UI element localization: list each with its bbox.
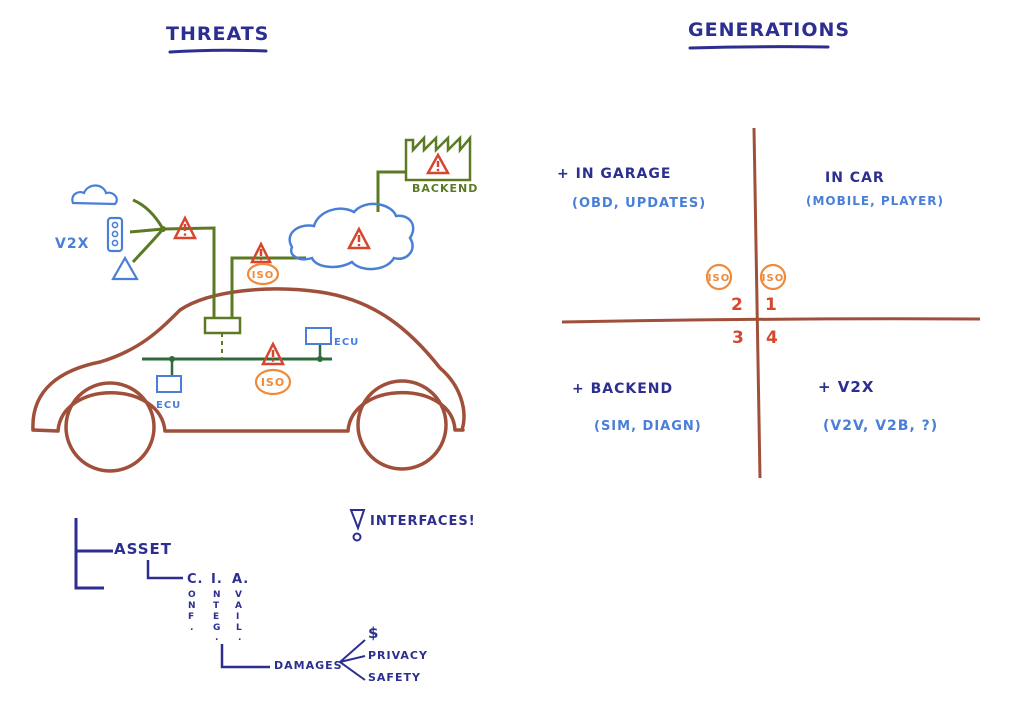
- quadrant-4: + V2X (V2V, V2B, ?) 4: [766, 328, 938, 434]
- cia-i: I.: [211, 572, 223, 587]
- backend-factory: BACKEND: [404, 134, 478, 195]
- interfaces-label: INTERFACES!: [370, 514, 476, 529]
- cia-a: A.: [232, 572, 249, 587]
- v2x-group: V2X: [55, 184, 139, 281]
- interfaces-note: INTERFACES!: [349, 509, 476, 542]
- damage-safety: SAFETY: [368, 671, 421, 684]
- svg-text:ISO: ISO: [261, 376, 285, 389]
- quadrant-3-title: + BACKEND: [572, 381, 673, 397]
- backend-label: BACKEND: [412, 182, 478, 195]
- front-wheel: [64, 381, 156, 473]
- svg-text:F: F: [188, 612, 195, 622]
- traffic-light-lamp: [111, 239, 119, 247]
- asset-label: ASSET: [114, 540, 172, 558]
- threats-title: THREATS: [166, 23, 269, 45]
- traffic-light-lamp: [111, 230, 119, 238]
- quadrant-4-subtitle: (V2V, V2B, ?): [823, 418, 938, 434]
- warning-icon: [249, 241, 273, 264]
- quadrant-3: + BACKEND (SIM, DIAGN) 3: [572, 328, 745, 434]
- ecu-label-left: ECU: [156, 400, 181, 411]
- v2x-branch-mid: [129, 227, 164, 234]
- svg-text:I: I: [236, 612, 240, 622]
- iso-badges-generations: ISO ISO: [705, 263, 787, 291]
- svg-text:.: .: [238, 633, 242, 643]
- car-illustration: [31, 287, 466, 473]
- generations-title: GENERATIONS: [688, 19, 850, 41]
- svg-text:T: T: [213, 601, 220, 611]
- ecu-label-right: ECU: [334, 337, 359, 348]
- v2x-label: V2X: [55, 236, 89, 252]
- warning-icon: [425, 152, 451, 175]
- svg-text:L: L: [236, 623, 243, 633]
- cloud-icon: [288, 202, 415, 271]
- threats-heading: THREATS: [166, 23, 269, 54]
- v2x-branch-up: [132, 198, 165, 230]
- ecu-bus: ECU ECU: [142, 327, 359, 411]
- iso-badge: ISO: [246, 262, 280, 286]
- svg-text:.: .: [190, 623, 194, 633]
- quadrant-2: + IN GARAGE (OBD, UPDATES) 2: [557, 166, 744, 315]
- quadrant-1-subtitle: (MOBILE, PLAYER): [806, 194, 944, 208]
- svg-text:.: .: [215, 633, 219, 643]
- v2x-branch-down: [131, 228, 165, 264]
- warning-icon: [260, 341, 286, 366]
- traffic-light-lamp: [111, 221, 119, 229]
- damages-label: DAMAGES: [274, 659, 343, 672]
- quadrant-2-number: 2: [731, 295, 744, 315]
- whiteboard-canvas: THREATS ECU ECU V2X BACKEND ISO ISO INTE…: [31, 19, 981, 684]
- damage-money: $: [368, 624, 379, 642]
- quadrant-2-subtitle: (OBD, UPDATES): [572, 196, 706, 211]
- quadrant-3-subtitle: (SIM, DIAGN): [594, 419, 702, 434]
- quadrant-1-number: 1: [765, 295, 778, 315]
- damage-privacy: PRIVACY: [368, 649, 428, 662]
- tree-branch-damages: [220, 644, 270, 669]
- horizontal-axis: [561, 317, 981, 324]
- iso-badge: ISO: [705, 263, 733, 291]
- cia-availability: V A I L .: [235, 590, 243, 643]
- quadrant-4-title: + V2X: [818, 378, 874, 396]
- quadrant-1: IN CAR (MOBILE, PLAYER) 1: [765, 170, 944, 315]
- v2x-junction: [160, 226, 166, 232]
- cia-c: C.: [187, 572, 203, 587]
- quadrant-2-title: + IN GARAGE: [557, 166, 671, 182]
- car-rocker: [31, 428, 60, 433]
- svg-text:G: G: [213, 623, 221, 633]
- front-wheel-arch: [56, 391, 167, 432]
- vertical-axis: [752, 127, 762, 479]
- svg-text:ISO: ISO: [708, 273, 730, 284]
- cia-integrity: N T E G .: [213, 590, 222, 643]
- quadrant-4-number: 4: [766, 328, 779, 348]
- asset-tree: ASSET C. I. A. O N F . N T E G . V A I L…: [74, 518, 428, 684]
- threats-title-underline: [168, 48, 268, 54]
- tree-trunk: [74, 518, 104, 590]
- svg-text:V: V: [235, 590, 243, 600]
- svg-text:N: N: [213, 590, 222, 600]
- generations-heading: GENERATIONS: [688, 19, 850, 50]
- cia-confidentiality: O N F .: [188, 590, 197, 633]
- lightbulb-icon: [349, 509, 366, 531]
- tree-branch-cia: [146, 560, 183, 580]
- ecu-box-right: [305, 327, 332, 345]
- iso-badge: ISO: [254, 368, 292, 396]
- iso-badge: ISO: [759, 263, 787, 291]
- svg-text:O: O: [188, 590, 197, 600]
- svg-text:ISO: ISO: [252, 270, 274, 281]
- gateway-connections: [129, 170, 406, 335]
- ecu-box-left: [156, 375, 182, 393]
- cloud-small-icon: [71, 184, 118, 206]
- warning-icon: [346, 226, 372, 250]
- lightbulb-base: [352, 532, 362, 542]
- svg-text:ISO: ISO: [762, 273, 784, 284]
- svg-text:A: A: [235, 601, 243, 611]
- iso-badges-threats: ISO ISO: [246, 262, 292, 396]
- quadrant-3-number: 3: [732, 328, 745, 348]
- quadrant-1-title: IN CAR: [825, 170, 885, 186]
- gateway-box: [203, 316, 242, 335]
- generations-title-underline: [688, 45, 830, 50]
- svg-text:E: E: [213, 612, 220, 622]
- svg-text:N: N: [188, 601, 197, 611]
